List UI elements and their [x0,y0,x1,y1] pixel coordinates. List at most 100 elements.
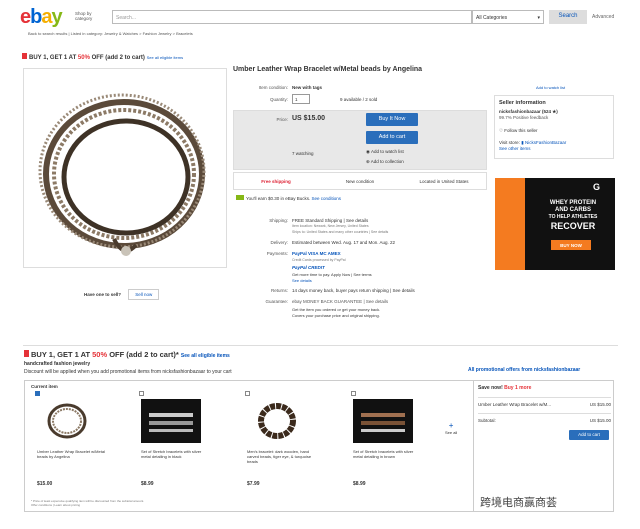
bucks-icon [236,195,244,200]
bundle-product[interactable]: Set of Stretch bracelets with silver met… [345,381,449,511]
bundle-product[interactable]: Umber Leather Wrap Bracelet w/Metal bead… [29,381,133,511]
seller-heading: Seller information [499,100,546,106]
ad-headline: WHEY PROTEIN AND CARBS TO HELP ATHLETES … [535,200,611,232]
detail-row: Guarantee: ebay MONEY BACK GUARANTEE | Se… [228,299,488,307]
add-watch-label: Add to watch list [370,149,404,154]
product-checkbox[interactable] [351,391,356,396]
seller-info-panel: Seller information nicksfashionbazaar (5… [494,95,614,159]
product-image[interactable] [141,399,201,443]
product-name[interactable]: Set of Stretch bracelets with silver met… [141,449,211,459]
watermark: 跨境电商赢商荟 [480,496,557,509]
price-value: US $15.00 [292,115,326,122]
tag-icon [22,53,27,59]
see-eligible-items-link[interactable]: See all eligible items [147,55,183,60]
detail-value: Credit Cards processed by PayPal [292,258,346,262]
available-count: 9 available / 2 sold [340,97,378,102]
buy-it-now-button[interactable]: Buy It Now [366,113,418,126]
detail-label [228,258,288,265]
advanced-search-link[interactable]: Advanced [592,14,614,20]
location-badge: Located in United States [419,179,469,184]
product-name[interactable]: Umber Leather Wrap Bracelet w/Metal bead… [37,449,107,459]
detail-row: Delivery: Estimated between Wed. Aug. 17 … [228,240,488,251]
ad-brand-logo: G [593,182,601,192]
add-collection-link[interactable]: ⊕ Add to collection [366,159,404,165]
see-all-eligible-link[interactable]: See all eligible items [181,353,230,359]
ad-buy-now-button[interactable]: BUY NOW [551,240,591,250]
promo-banner: BUY 1, GET 1 AT 50% OFF (add 2 to cart) … [22,53,183,61]
see-all-button[interactable]: + See all [445,421,457,435]
footnote: * Price of least expensive qualifying it… [31,499,144,507]
detail-row: Returns: 14 days money back, buyer pays r… [228,288,488,299]
product-image[interactable] [353,399,413,443]
detail-value: Estimated between Wed. Aug. 17 and Mon. … [292,240,395,245]
product-image[interactable] [37,399,97,443]
follow-seller[interactable]: ♡ Follow this seller [499,128,609,134]
follow-label: Follow this seller [504,128,538,133]
bundle-product[interactable]: Men's bracelet: dark wooden, hand carved… [239,381,343,511]
detail-row: Ships to: United States and many other c… [228,230,488,240]
save-panel: Save now! Buy 1 more Umber Leather Wrap … [473,381,615,511]
detail-label [228,278,288,288]
detail-row: PayPal CREDIT [228,265,488,272]
have-one-to-sell: Have one to sell? Sell now [84,289,160,300]
detail-row: See details [228,278,488,288]
section-title: BUY 1, GET 1 AT 50% OFF (add 2 to cart)*… [24,350,230,359]
save-item-row: Umber Leather Wrap Bracelet w/M... US $1… [478,397,611,407]
promo-prefix: BUY 1, GET 1 AT [29,55,78,61]
see-all-label: See all [445,430,458,435]
all-offers-link[interactable]: All promotional offers from nicksfashion… [468,367,580,373]
add-to-cart-button[interactable]: Add to cart [366,131,418,144]
bracelet-image [38,93,206,256]
logo-letter: a [41,6,52,28]
product-checkbox[interactable] [139,391,144,396]
ebay-logo[interactable]: ebay [20,6,63,29]
detail-label: Payments: [266,251,288,256]
subtotal-value: US $15.00 [589,418,611,423]
bundle-add-to-cart-button[interactable]: Add to cart [569,430,609,440]
logo-letter: b [30,6,42,28]
sell-now-button[interactable]: Sell now [128,289,160,300]
detail-label: Delivery: [270,240,288,245]
product-checkbox[interactable] [245,391,250,396]
see-other-items-link[interactable]: See other items [499,146,609,151]
seller-feedback: 99.7% Positive feedback [499,115,549,120]
ad-product-image [495,178,525,270]
visit-store-label: Visit store: [499,140,520,145]
main-product-image[interactable] [23,68,227,268]
add-to-watch-list-top[interactable]: Add to watch list [536,85,565,90]
save-item-name: Umber Leather Wrap Bracelet w/M... [478,402,551,407]
detail-value: Covers your purchase price and original … [292,313,380,318]
category-select[interactable]: All Categories ▾ [472,10,544,24]
product-image[interactable] [247,399,307,443]
see-conditions-link[interactable]: See conditions [312,196,342,201]
search-button[interactable]: Search [549,10,587,24]
quantity-label: Quantity: [269,97,288,102]
detail-value[interactable]: See details [292,278,312,288]
section-subtitle: handcrafted fashion jewelry [24,361,91,367]
product-name[interactable]: Men's bracelet: dark wooden, hand carved… [247,449,317,464]
search-input[interactable]: Search... [112,10,472,24]
detail-label [228,313,288,319]
free-shipping-badge: Free shipping [261,179,291,184]
detail-row: Credit Cards processed by PayPal [228,258,488,265]
chevron-down-icon: ▾ [537,15,540,21]
footnote-line2[interactable]: Offer conditions | Learn about pricing [31,503,144,507]
ad-line2: AND CARBS [555,207,591,213]
ad-line1: WHEY PROTEIN [549,200,597,206]
quantity-input[interactable]: 1 [292,94,310,104]
bundle-product[interactable]: Set of Stretch bracelets with silver met… [133,381,237,511]
add-watch-list-link[interactable]: ◉ Add to watch list [366,149,404,155]
bracelet-thumb [258,403,296,439]
shop-by-category[interactable]: Shop by category [75,11,105,21]
product-price: $8.99 [353,481,366,487]
details-list: Shipping: FREE Standard Shipping | See de… [228,218,488,319]
store-link[interactable]: NicksFashionBazaar [525,140,566,145]
ebay-bucks-note: You'll earn $0.30 in eBay Bucks. See con… [236,195,341,201]
detail-label: Returns: [270,288,288,293]
product-checkbox[interactable] [35,391,40,396]
product-name[interactable]: Set of Stretch bracelets with silver met… [353,449,423,459]
breadcrumb[interactable]: Back to search results | Listed in categ… [28,31,193,36]
subtotal-label: Subtotal: [478,418,496,423]
gatorade-ad[interactable]: G WHEY PROTEIN AND CARBS TO HELP ATHLETE… [495,178,615,270]
promo-percent: 50% [77,55,90,61]
